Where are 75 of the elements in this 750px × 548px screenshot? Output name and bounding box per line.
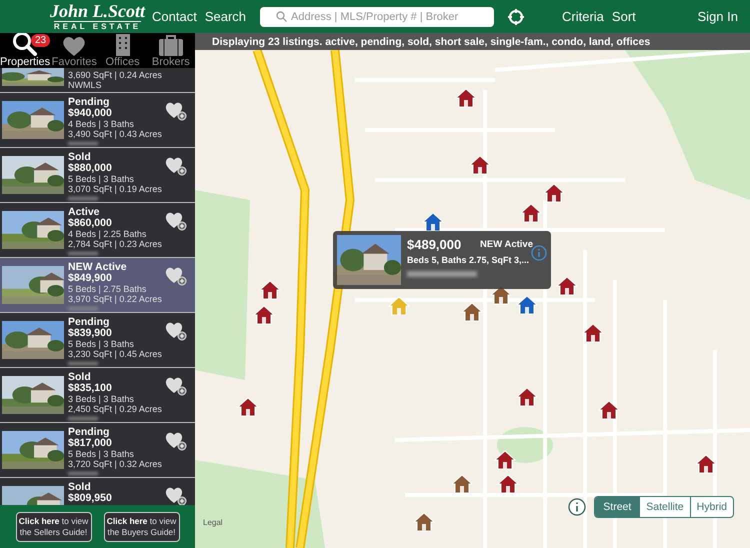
blurred-text bbox=[68, 197, 98, 200]
listing-status: NEW Active bbox=[68, 262, 128, 273]
tab[interactable]: Brokers bbox=[146, 33, 195, 68]
listing-row[interactable]: Sold $880,000 5 Beds | 3 Baths 3,070 SqFt | 0.19 Acres bbox=[0, 148, 195, 203]
listing-row[interactable]: Pending $940,000 4 Beds | 3 Baths 3,490 SqFt | 0.43 Acres bbox=[0, 93, 195, 148]
favorite-add-icon[interactable] bbox=[165, 376, 187, 396]
listing-price: $839,900 bbox=[68, 328, 113, 339]
listing-size: 3,230 SqFt | 0.45 Acres bbox=[68, 349, 162, 359]
listing-rooms: 5 Beds | 3 Baths bbox=[68, 449, 135, 459]
listing-size: 2,450 SqFt | 0.29 Acres bbox=[68, 404, 162, 414]
favorite-add-icon[interactable] bbox=[165, 101, 187, 121]
tab[interactable]: 23 Properties bbox=[0, 33, 50, 68]
listing-price: $940,000 bbox=[68, 108, 113, 119]
briefcase-icon bbox=[158, 35, 184, 57]
blurred-text bbox=[68, 142, 98, 145]
listing-rooms: 4 Beds | 3 Baths bbox=[68, 119, 135, 129]
listing-size: 3,490 SqFt | 0.43 Acres bbox=[68, 129, 162, 139]
favorite-add-icon[interactable] bbox=[165, 211, 187, 231]
nav-link[interactable]: Contact bbox=[152, 9, 197, 24]
guide-button[interactable]: Click here to view the Buyers Guide! bbox=[104, 512, 180, 542]
sign-in-link[interactable]: Sign In bbox=[698, 9, 738, 24]
tab[interactable]: Offices bbox=[98, 33, 147, 68]
info-bar: Displaying 23 listings. active, pending, sold, short sale, single-fam., condo, land, offices bbox=[195, 33, 750, 50]
listing-status: Sold bbox=[68, 152, 92, 163]
listing-size: 3,690 SqFt | 0.24 Acres bbox=[68, 70, 162, 80]
listing-price: $809,950 bbox=[68, 493, 112, 504]
nav-link[interactable]: Criteria bbox=[562, 9, 604, 24]
logo-name: John L.Scott bbox=[50, 2, 146, 20]
guide-button[interactable]: Click here to view the Sellers Guide! bbox=[16, 512, 92, 542]
listing-rooms: 5 Beds | 3 Baths bbox=[68, 339, 135, 349]
listing-rooms: 5 Beds | 2.75 Baths bbox=[68, 284, 148, 294]
listing-status: Sold bbox=[68, 372, 92, 383]
listing-size: 2,784 SqFt | 0.23 Acres bbox=[68, 239, 162, 249]
listing-size: 3,070 SqFt | 0.19 Acres bbox=[68, 184, 162, 194]
search-icon bbox=[276, 11, 288, 22]
listing-status: Pending bbox=[68, 97, 110, 108]
listing-status: Pending bbox=[68, 317, 110, 328]
favorite-add-icon[interactable] bbox=[165, 266, 187, 286]
listing-row[interactable]: Pending $839,900 5 Beds | 3 Baths 3,230 SqFt | 0.45 Acres bbox=[0, 313, 195, 368]
listing-status: Sold bbox=[68, 482, 92, 493]
tab[interactable]: Favorites bbox=[50, 33, 98, 68]
listing-row[interactable]: Sold $835,100 3 Beds | 3 Baths 2,450 SqFt | 0.29 Acres bbox=[0, 368, 195, 423]
favorite-add-icon[interactable] bbox=[165, 321, 187, 341]
blurred-text bbox=[68, 252, 98, 255]
listing-size: 3,970 SqFt | 0.22 Acres bbox=[68, 294, 162, 304]
listing-source: NWMLS bbox=[68, 80, 102, 90]
count-badge: 23 bbox=[31, 34, 50, 47]
listing-row[interactable]: 3,690 SqFt | 0.24 Acres NWMLS bbox=[0, 68, 195, 93]
listing-status: Pending bbox=[68, 427, 110, 438]
listing-rooms: 4 Beds | 2.25 Baths bbox=[68, 229, 148, 239]
listing-price: $860,000 bbox=[68, 218, 113, 229]
search-field[interactable]: Address | MLS/Property # | Broker bbox=[260, 6, 494, 26]
listing-row[interactable]: Active $860,000 4 Beds | 2.25 Baths 2,784 SqFt | 0.23 Acres bbox=[0, 203, 195, 258]
listing-row[interactable]: NEW Active $849,900 5 Beds | 2.75 Baths 3,970 SqFt | 0.22 Acres bbox=[0, 258, 195, 313]
building-icon bbox=[114, 33, 131, 57]
favorite-add-icon[interactable] bbox=[165, 156, 187, 176]
logo-subtitle: REAL ESTATE bbox=[54, 21, 142, 31]
listing-size: 3,720 SqFt | 0.32 Acres bbox=[68, 459, 162, 469]
listing-status: Active bbox=[68, 207, 101, 218]
listing-price: $849,900 bbox=[68, 273, 113, 284]
listing-rooms: 5 Beds | 3 Baths bbox=[68, 174, 135, 184]
nav-link[interactable]: Search bbox=[204, 9, 246, 24]
listing-price: $835,100 bbox=[68, 383, 113, 394]
heart-icon bbox=[62, 35, 86, 57]
listing-rooms: 3 Beds | 3 Baths bbox=[68, 394, 135, 404]
favorite-add-icon[interactable] bbox=[165, 486, 187, 505]
listing-price: $817,000 bbox=[68, 438, 113, 449]
listing-row[interactable]: Pending $817,000 5 Beds | 3 Baths 3,720 SqFt | 0.32 Acres bbox=[0, 423, 195, 478]
blurred-text bbox=[68, 417, 98, 420]
favorite-add-icon[interactable] bbox=[165, 431, 187, 451]
blurred-text bbox=[68, 362, 98, 365]
nav-link[interactable]: Sort bbox=[612, 9, 636, 24]
locate-icon[interactable] bbox=[508, 8, 524, 24]
blurred-text bbox=[68, 472, 98, 475]
listing-price: $880,000 bbox=[68, 163, 113, 174]
